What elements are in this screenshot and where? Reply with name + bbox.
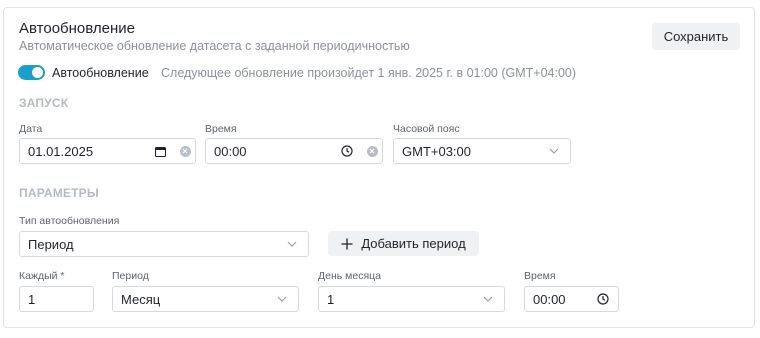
chevron-down-icon xyxy=(270,296,294,302)
toggle-knob xyxy=(32,67,43,78)
schedule-time-input[interactable]: 00:00 xyxy=(524,286,619,312)
launch-section-title: ЗАПУСК xyxy=(19,96,69,110)
calendar-icon[interactable] xyxy=(153,146,167,157)
add-period-button[interactable]: Добавить период xyxy=(328,231,479,256)
clock-icon[interactable] xyxy=(340,145,354,157)
timezone-value: GMT+03:00 xyxy=(402,143,472,159)
clock-icon[interactable] xyxy=(596,293,610,305)
update-type-value: Период xyxy=(28,236,74,252)
date-label: Дата xyxy=(19,123,43,135)
period-select[interactable]: Месяц xyxy=(112,286,299,312)
date-value: 01.01.2025 xyxy=(28,143,94,159)
autoupdate-toggle-label: Автообновление xyxy=(52,66,149,80)
every-input[interactable]: 1 xyxy=(19,286,94,312)
time-value: 00:00 xyxy=(214,143,247,159)
card-subtitle: Автоматическое обновление датасета с зад… xyxy=(19,39,410,53)
chevron-down-icon xyxy=(280,241,304,247)
every-label: Каждый * xyxy=(19,270,65,282)
date-input[interactable]: 01.01.2025 xyxy=(19,138,196,164)
card-title: Автообновление xyxy=(19,20,135,37)
schedule-time-value: 00:00 xyxy=(533,291,566,307)
clear-date-icon[interactable] xyxy=(175,145,195,157)
plus-icon xyxy=(341,238,353,250)
chevron-down-icon xyxy=(476,296,500,302)
day-of-month-label: День месяца xyxy=(318,270,381,282)
time-label: Время xyxy=(205,123,237,135)
time-input[interactable]: 00:00 xyxy=(205,138,383,164)
chevron-down-icon xyxy=(542,148,566,154)
day-of-month-value: 1 xyxy=(327,291,335,307)
schedule-time-label: Время xyxy=(524,270,556,282)
save-button[interactable]: Сохранить xyxy=(652,23,740,50)
autoupdate-toggle[interactable] xyxy=(18,65,45,80)
timezone-select[interactable]: GMT+03:00 xyxy=(393,138,571,164)
clear-time-icon[interactable] xyxy=(362,145,382,157)
period-label: Период xyxy=(112,270,149,282)
period-value: Месяц xyxy=(121,291,161,307)
autoupdate-card: Автообновление Автоматическое обновление… xyxy=(3,7,755,328)
add-period-label: Добавить период xyxy=(361,236,466,251)
update-type-select[interactable]: Период xyxy=(19,231,309,257)
day-of-month-select[interactable]: 1 xyxy=(318,286,505,312)
update-type-label: Тип автообновления xyxy=(19,215,120,227)
next-update-text: Следующее обновление произойдет 1 янв. 2… xyxy=(161,66,577,80)
timezone-label: Часовой пояс xyxy=(393,123,460,135)
params-section-title: ПАРАМЕТРЫ xyxy=(19,186,99,200)
every-value: 1 xyxy=(28,291,36,307)
